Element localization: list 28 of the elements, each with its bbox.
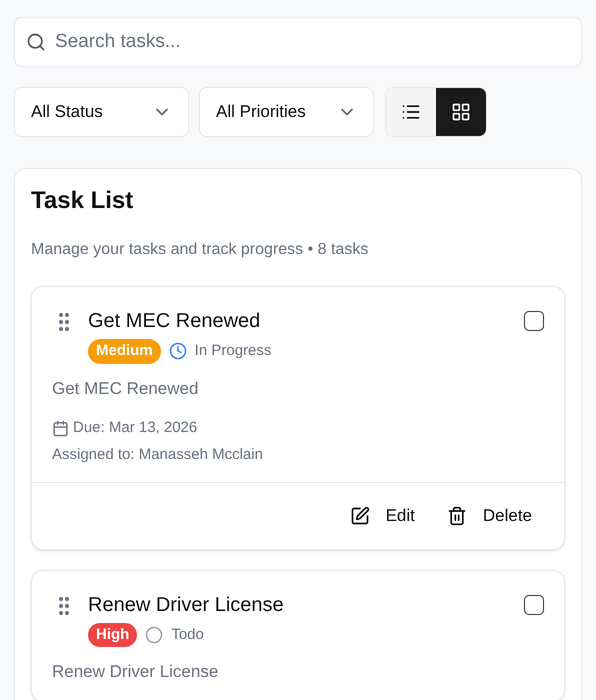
search-field[interactable]: Search tasks... (14, 17, 582, 67)
edit-button[interactable]: Edit (338, 499, 427, 532)
circle-icon (145, 626, 164, 644)
assignee: Assigned to: Manasseh Mcclain (52, 444, 264, 464)
panel-subtitle: Manage your tasks and track progress • 8 tasks (31, 240, 370, 260)
grid-icon (451, 102, 471, 122)
task-description: Get MEC Renewed (52, 378, 200, 400)
clock-icon (168, 342, 187, 360)
list-view-button[interactable] (386, 88, 436, 136)
edit-icon (350, 506, 370, 526)
grid-view-button[interactable] (436, 88, 486, 136)
priority-tag: Medium (88, 339, 161, 364)
priority-tag: High (88, 622, 138, 647)
calendar-icon (52, 420, 69, 437)
task-checkbox[interactable] (524, 594, 544, 614)
task-description: Renew Driver License (52, 661, 220, 683)
task-checkbox[interactable] (524, 311, 544, 331)
task-title: Renew Driver License (88, 592, 285, 618)
status-label: In Progress (194, 341, 272, 361)
status-label: Todo (171, 624, 204, 644)
panel-title: Task List (31, 186, 134, 216)
delete-button[interactable]: Delete (434, 499, 544, 532)
filter-dropdown[interactable]: All Priorities (199, 87, 374, 137)
due-date: Due: Mar 13, 2026 (73, 418, 198, 438)
task-title: Get MEC Renewed (88, 309, 262, 334)
trash-icon (446, 506, 467, 526)
filter-dropdown[interactable]: All Status (14, 87, 189, 137)
search-icon (26, 32, 46, 52)
